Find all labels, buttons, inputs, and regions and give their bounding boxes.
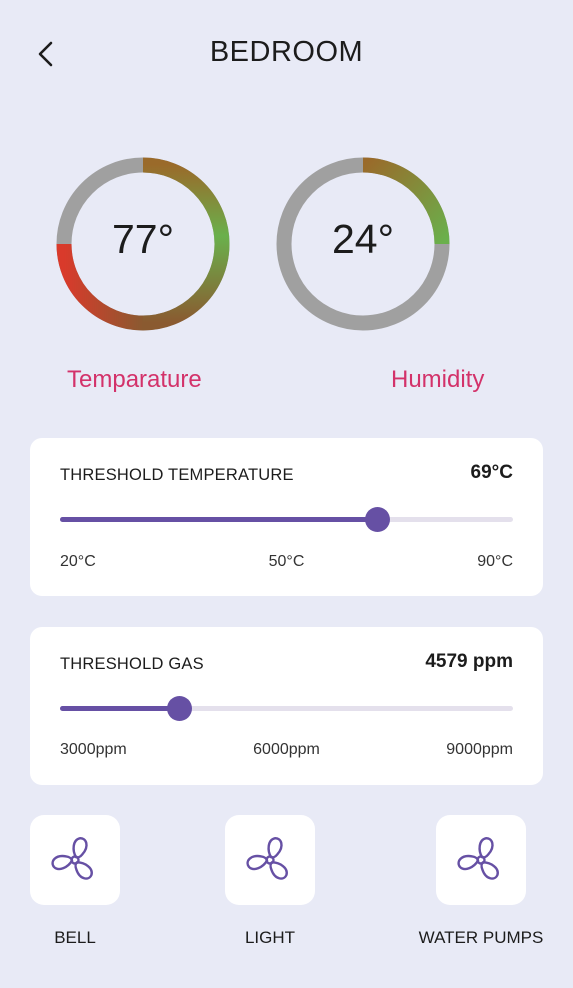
slider-thumb[interactable] [166, 696, 192, 721]
threshold-temperature-value: 69°C [470, 462, 513, 483]
fan-icon [246, 837, 288, 880]
temperature-value: 77° [111, 216, 174, 262]
threshold-temperature-title: THRESHOLD TEMPERATURE [60, 466, 294, 484]
fan-icon [457, 837, 499, 880]
light-button[interactable] [225, 815, 315, 905]
threshold-temperature-card: THRESHOLD TEMPERATURE 69°C 20°C 50°C 90°… [30, 438, 543, 596]
slider-thumb[interactable] [364, 507, 390, 532]
temperature-label: Temparature [67, 366, 202, 393]
threshold-gas-value: 4579 ppm [425, 651, 513, 672]
fan-icon [51, 837, 93, 880]
bell-button[interactable] [30, 815, 120, 905]
threshold-gas-slider[interactable] [60, 695, 513, 721]
water-pumps-button[interactable] [436, 815, 526, 905]
threshold-gas-title: THRESHOLD GAS [60, 655, 204, 673]
light-label: LIGHT [244, 928, 296, 947]
humidity-gauge: 24° [273, 154, 453, 334]
slider-fill [60, 517, 378, 522]
temperature-max-tick: 90°C [477, 553, 513, 570]
water-pumps-label: WATER PUMPS [418, 928, 544, 947]
page-title: BEDROOM [209, 36, 364, 68]
header: BEDROOM [0, 0, 573, 108]
slider-fill [60, 706, 180, 711]
humidity-value: 24° [331, 216, 394, 262]
bell-label: BELL [54, 928, 96, 947]
gas-max-tick: 9000ppm [446, 741, 513, 758]
threshold-temperature-slider[interactable] [60, 506, 513, 532]
temperature-mid-tick: 50°C [268, 553, 305, 570]
temperature-gauge: 77° [53, 154, 233, 334]
threshold-gas-card: THRESHOLD GAS 4579 ppm 3000ppm 6000ppm 9… [30, 627, 543, 785]
humidity-label: Humidity [391, 366, 485, 393]
